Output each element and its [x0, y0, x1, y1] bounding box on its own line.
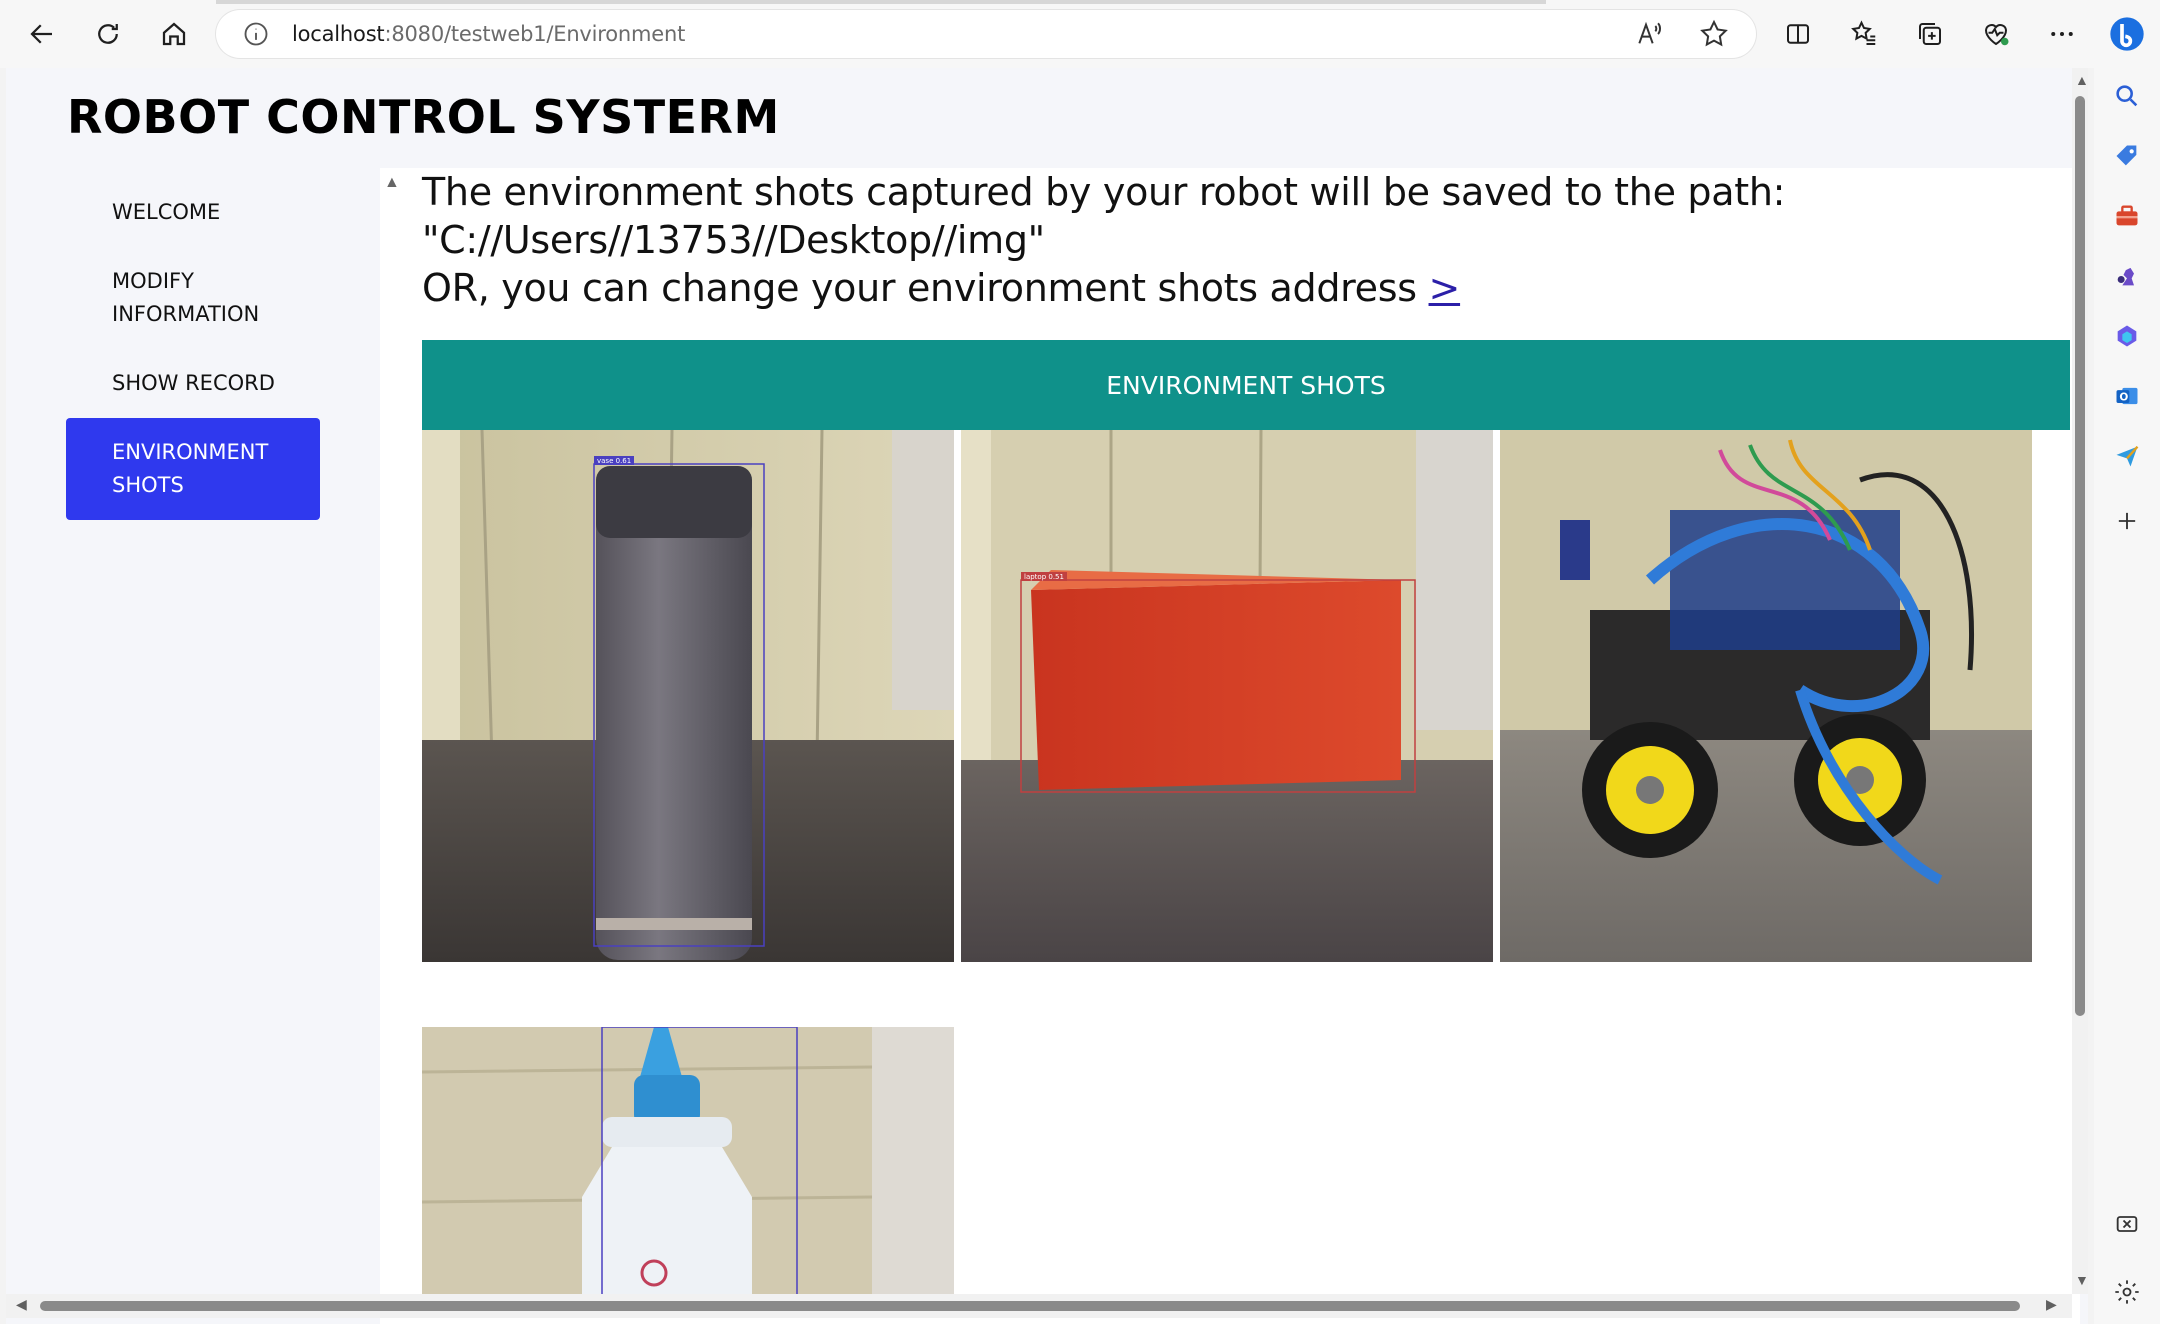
web-page: ROBOT CONTROL SYSTERM WELCOME MODIFY INF…: [6, 68, 2088, 1324]
sidebar-settings-gear-icon[interactable]: [2111, 1276, 2143, 1308]
app-title: ROBOT CONTROL SYSTERM: [67, 90, 780, 144]
tab-strip-edge: [216, 0, 1546, 4]
section-header: ENVIRONMENT SHOTS: [422, 340, 2070, 430]
horizontal-scroll-thumb[interactable]: [40, 1301, 2020, 1311]
vertical-scroll-thumb[interactable]: [2075, 96, 2085, 1016]
site-info-icon[interactable]: [242, 20, 270, 48]
scroll-down-icon[interactable]: ▼: [2075, 1272, 2089, 1288]
shopping-tag-icon[interactable]: [2111, 140, 2143, 172]
horizontal-scrollbar[interactable]: ◀ ▶: [6, 1294, 2072, 1318]
sidebar-item-environment-shots[interactable]: ENVIRONMENT SHOTS: [66, 418, 320, 520]
collections-icon[interactable]: [1908, 12, 1952, 56]
change-address-line: OR, you can change your environment shot…: [422, 266, 1461, 310]
read-aloud-icon[interactable]: [1634, 18, 1666, 50]
copilot-icon[interactable]: [2107, 14, 2147, 54]
browser-essentials-icon[interactable]: [1974, 12, 2018, 56]
url-text[interactable]: localhost:8080/testweb1/Environment: [292, 22, 685, 46]
outlook-icon[interactable]: O: [2111, 380, 2143, 412]
svg-text:O: O: [2119, 392, 2128, 404]
save-path-value: "C://Users//13753//Desktop//img": [422, 218, 1045, 262]
sidebar-item-welcome[interactable]: WELCOME: [66, 178, 320, 247]
favorites-icon[interactable]: [1842, 12, 1886, 56]
svg-text:vase 0.61: vase 0.61: [597, 457, 631, 465]
add-sidebar-app-icon[interactable]: [2111, 505, 2143, 537]
shot-glue-bottle[interactable]: [422, 1027, 954, 1297]
more-options-icon[interactable]: [2040, 12, 2084, 56]
scroll-up-icon[interactable]: ▲: [2075, 72, 2089, 88]
search-icon[interactable]: [2111, 80, 2143, 112]
split-screen-icon[interactable]: [1776, 12, 1820, 56]
sidebar-nav: WELCOME MODIFY INFORMATION SHOW RECORD E…: [66, 178, 322, 520]
content-panel: ▲ The environment shots captured by your…: [380, 168, 2080, 1324]
browser-toolbar: localhost:8080/testweb1/Environment: [0, 0, 2160, 68]
shot-orange-box[interactable]: laptop 0.51: [961, 430, 1493, 962]
change-address-link[interactable]: >: [1429, 266, 1461, 310]
back-icon[interactable]: [20, 12, 64, 56]
sidebar-item-show-record[interactable]: SHOW RECORD: [66, 349, 320, 418]
svg-text:laptop 0.51: laptop 0.51: [1024, 573, 1064, 581]
browser-window: localhost:8080/testweb1/Environment ROBO…: [0, 0, 2160, 1324]
screenshot-capture-icon[interactable]: [2111, 1208, 2143, 1240]
address-bar[interactable]: localhost:8080/testweb1/Environment: [216, 10, 1756, 58]
microsoft-365-icon[interactable]: [2111, 320, 2143, 352]
scroll-left-icon[interactable]: ◀: [16, 1296, 27, 1313]
games-icon[interactable]: [2111, 260, 2143, 292]
sidebar-item-modify-information[interactable]: MODIFY INFORMATION: [66, 247, 320, 349]
scroll-up-arrow-icon[interactable]: ▲: [384, 174, 400, 192]
drop-send-icon[interactable]: [2111, 440, 2143, 472]
browser-sidebar: O: [2094, 0, 2160, 1324]
refresh-icon[interactable]: [86, 12, 130, 56]
save-path-info: The environment shots captured by your r…: [422, 168, 2022, 312]
tools-icon[interactable]: [2111, 200, 2143, 232]
favorite-star-icon[interactable]: [1698, 18, 1730, 50]
shot-robot-car[interactable]: [1500, 430, 2032, 962]
vertical-scrollbar[interactable]: ▲ ▼: [2072, 68, 2089, 1294]
home-icon[interactable]: [152, 12, 196, 56]
scroll-right-icon[interactable]: ▶: [2046, 1296, 2057, 1313]
shot-thermos[interactable]: vase 0.61: [422, 430, 954, 962]
save-path-line: The environment shots captured by your r…: [422, 170, 1786, 214]
